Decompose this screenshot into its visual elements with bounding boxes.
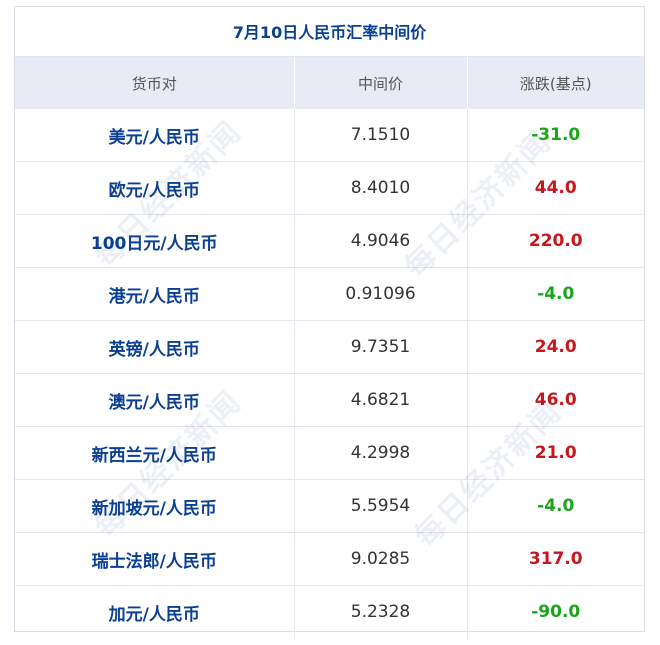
currency-pair: 欧元/人民币 [15, 161, 295, 215]
currency-pair: 加元/人民币 [15, 585, 295, 638]
currency-pair: 新加坡元/人民币 [15, 479, 295, 533]
change-bp: 317.0 [467, 532, 644, 586]
table-row: 澳元/人民币 4.6821 46.0 [15, 373, 644, 427]
mid-rate: 4.6821 [294, 373, 468, 427]
change-bp: -31.0 [467, 109, 644, 162]
table-row: 欧元/人民币 8.4010 44.0 [15, 161, 644, 215]
header-change: 涨跌(基点) [467, 57, 644, 109]
table-row: 英镑/人民币 9.7351 24.0 [15, 320, 644, 374]
table-row: 美元/人民币 7.1510 -31.0 [15, 109, 644, 162]
currency-pair: 英镑/人民币 [15, 320, 295, 374]
change-bp: -4.0 [467, 267, 644, 321]
table-row: 加元/人民币 5.2328 -90.0 [15, 585, 644, 638]
currency-pair: 澳元/人民币 [15, 373, 295, 427]
currency-pair: 100日元/人民币 [15, 214, 295, 268]
table-title: 7月10日人民币汇率中间价 [15, 7, 644, 57]
currency-pair: 美元/人民币 [15, 109, 295, 162]
mid-rate: 9.0285 [294, 532, 468, 586]
table-row: 新西兰元/人民币 4.2998 21.0 [15, 426, 644, 480]
currency-pair: 新西兰元/人民币 [15, 426, 295, 480]
table-row: 新加坡元/人民币 5.5954 -4.0 [15, 479, 644, 533]
mid-rate: 4.2998 [294, 426, 468, 480]
rate-table: 货币对 中间价 涨跌(基点) 美元/人民币 7.1510 -31.0 欧元/人民币 8.… [15, 57, 644, 638]
change-bp: 24.0 [467, 320, 644, 374]
change-bp: 46.0 [467, 373, 644, 427]
mid-rate: 5.2328 [294, 585, 468, 638]
table-row: 100日元/人民币 4.9046 220.0 [15, 214, 644, 268]
change-bp: 220.0 [467, 214, 644, 268]
change-bp: 44.0 [467, 161, 644, 215]
change-bp: -4.0 [467, 479, 644, 533]
mid-rate: 4.9046 [294, 214, 468, 268]
header-pair: 货币对 [15, 57, 295, 109]
mid-rate: 5.5954 [294, 479, 468, 533]
currency-pair: 港元/人民币 [15, 267, 295, 321]
change-bp: 21.0 [467, 426, 644, 480]
mid-rate: 7.1510 [294, 109, 468, 162]
change-bp: -90.0 [531, 602, 581, 622]
rate-table-card: 7月10日人民币汇率中间价 货币对 中间价 涨跌(基点) 美元/人民币 7.151… [14, 6, 645, 638]
mid-rate: 0.91096 [294, 267, 468, 321]
header-rate: 中间价 [294, 57, 468, 109]
mid-rate: 8.4010 [294, 161, 468, 215]
header-row: 货币对 中间价 涨跌(基点) [15, 57, 644, 109]
table-row: 瑞士法郎/人民币 9.0285 317.0 [15, 532, 644, 586]
table-row: 港元/人民币 0.91096 -4.0 [15, 267, 644, 321]
mid-rate: 9.7351 [294, 320, 468, 374]
currency-pair: 瑞士法郎/人民币 [15, 532, 295, 586]
